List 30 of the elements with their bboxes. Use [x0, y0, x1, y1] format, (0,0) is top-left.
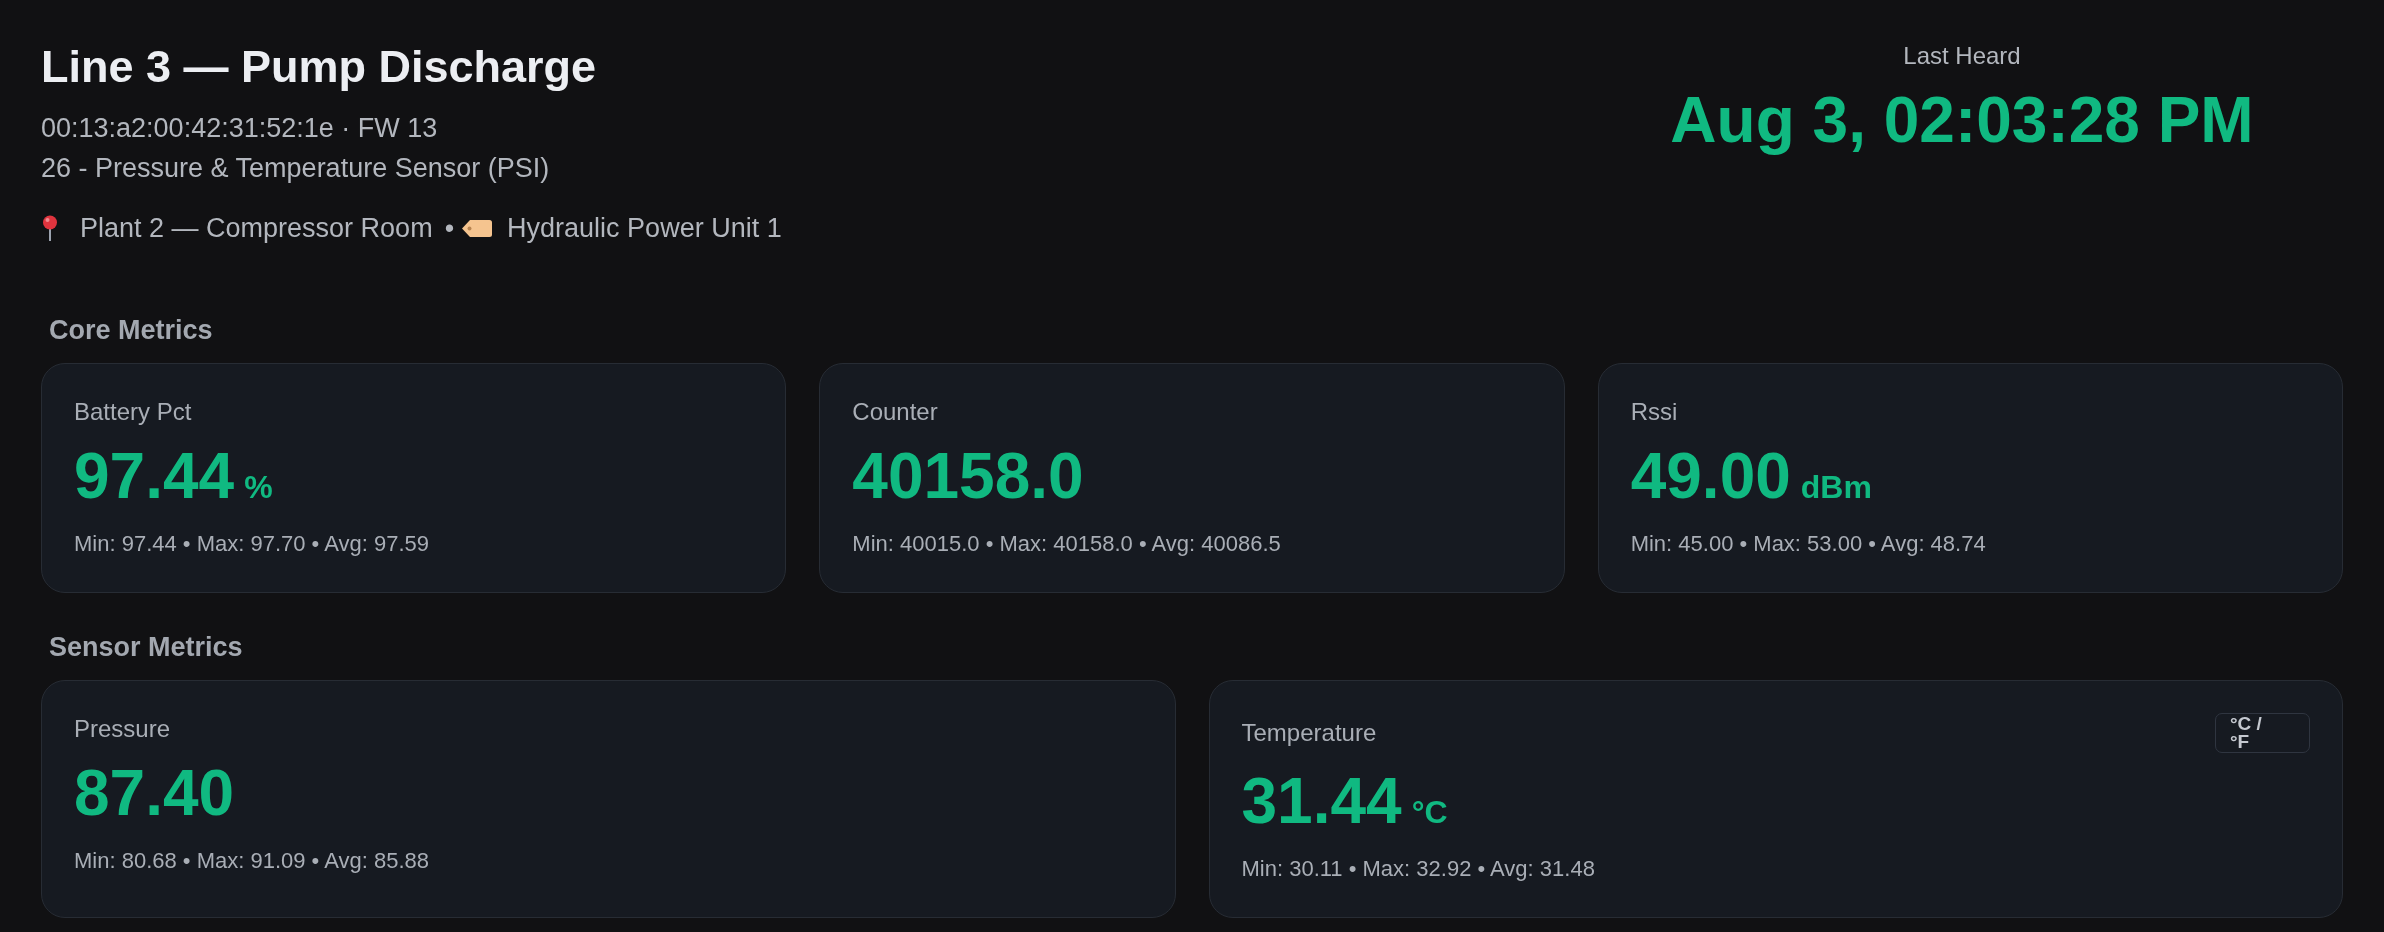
unit-toggle-button[interactable]: °C / °F	[2215, 713, 2310, 753]
last-heard-label: Last Heard	[1903, 41, 2021, 71]
metric-stats: Min: 45.00 • Max: 53.00 • Avg: 48.74	[1630, 530, 1987, 558]
pin-icon	[41, 215, 59, 241]
metric-value: 49.00	[1630, 444, 1791, 508]
section-heading: Sensor Metrics	[48, 631, 244, 664]
metric-label: Battery Pct	[74, 397, 192, 427]
page-title: Line 3 — Pump Discharge	[41, 40, 598, 94]
metric-unit: %	[244, 468, 273, 507]
metric-label: Temperature	[1241, 718, 1377, 748]
metric-stats: Min: 40015.0 • Max: 40158.0 • Avg: 40086.5	[852, 530, 1282, 558]
metric-label: Counter	[852, 397, 938, 427]
location-text: Plant 2 — Compressor Room	[80, 212, 433, 245]
metric-value: 87.40	[74, 761, 235, 825]
device-info-text: 00:13:a2:00:42:31:52:1e · FW 13	[41, 112, 439, 145]
tag-icon	[462, 219, 493, 237]
metric-label: Pressure	[74, 714, 171, 744]
metric-value: 31.44	[1241, 769, 1402, 833]
device-type-text: 26 - Pressure & Temperature Sensor (PSI)	[41, 152, 551, 185]
asset-text: Hydraulic Power Unit 1	[507, 212, 782, 245]
separator-text: •	[444, 212, 455, 245]
metric-stats: Min: 80.68 • Max: 91.09 • Avg: 85.88	[74, 847, 430, 875]
metric-label: Rssi	[1630, 397, 1678, 427]
metric-unit: dBm	[1800, 468, 1872, 507]
metric-value: 97.44	[74, 444, 235, 508]
metric-unit: °C	[1411, 793, 1448, 832]
section-heading: Core Metrics	[48, 314, 214, 347]
metric-stats: Min: 30.11 • Max: 32.92 • Avg: 31.48	[1241, 855, 1596, 883]
metric-value: 40158.0	[852, 444, 1084, 508]
metric-stats: Min: 97.44 • Max: 97.70 • Avg: 97.59	[74, 530, 430, 558]
